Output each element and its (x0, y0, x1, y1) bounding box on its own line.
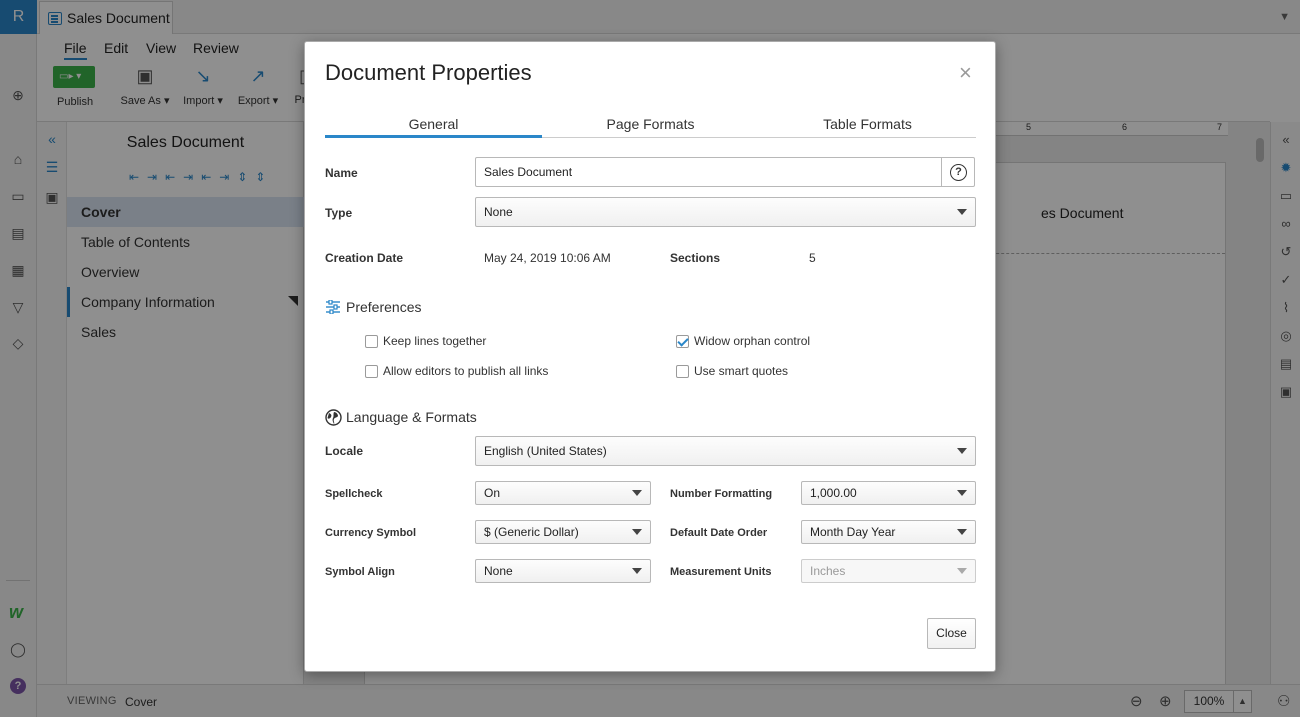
allow-publish-label[interactable]: Allow editors to publish all links (383, 364, 548, 378)
preferences-heading: Preferences (346, 299, 422, 315)
symbol-align-label: Symbol Align (325, 566, 395, 578)
sliders-icon (326, 300, 340, 314)
type-value: None (484, 205, 513, 219)
creation-date-value: May 24, 2019 10:06 AM (484, 251, 611, 265)
symbol-align-value: None (484, 564, 513, 578)
measurement-units-label: Measurement Units (670, 566, 772, 578)
locale-label: Locale (325, 444, 364, 458)
document-properties-dialog: Document Properties × General Page Forma… (304, 41, 996, 672)
chevron-down-icon (957, 490, 967, 496)
widow-orphan-checkbox[interactable] (676, 335, 689, 348)
chevron-down-icon (957, 448, 967, 454)
currency-symbol-value: $ (Generic Dollar) (484, 525, 579, 539)
tab-general[interactable]: General (325, 116, 542, 138)
close-button[interactable]: Close (927, 618, 976, 649)
keep-lines-label[interactable]: Keep lines together (383, 334, 486, 348)
widow-orphan-label[interactable]: Widow orphan control (694, 334, 810, 348)
currency-symbol-select[interactable]: $ (Generic Dollar) (475, 520, 651, 544)
spellcheck-value: On (484, 486, 501, 500)
dialog-tabs: General Page Formats Table Formats (325, 116, 976, 138)
keep-lines-checkbox[interactable] (365, 335, 378, 348)
locale-select[interactable]: English (United States) (475, 436, 976, 466)
allow-publish-checkbox[interactable] (365, 365, 378, 378)
type-select[interactable]: None (475, 197, 976, 227)
name-field[interactable]: Sales Document (475, 157, 942, 187)
chevron-down-icon (632, 568, 642, 574)
globe-icon (325, 409, 342, 426)
measurement-units-value: Inches (810, 564, 846, 578)
number-formatting-value: 1,000.00 (810, 486, 857, 500)
tab-table-formats[interactable]: Table Formats (759, 116, 976, 138)
locale-value: English (United States) (484, 444, 607, 458)
number-formatting-select[interactable]: 1,000.00 (801, 481, 976, 505)
spellcheck-select[interactable]: On (475, 481, 651, 505)
chevron-down-icon (632, 490, 642, 496)
chevron-down-icon (957, 568, 967, 574)
creation-date-label: Creation Date (325, 251, 404, 265)
date-order-label: Default Date Order (670, 527, 768, 539)
chevron-down-icon (957, 209, 967, 215)
close-icon[interactable]: × (959, 62, 972, 84)
currency-symbol-label: Currency Symbol (325, 527, 417, 539)
measurement-units-select: Inches (801, 559, 976, 583)
spellcheck-label: Spellcheck (325, 488, 383, 500)
symbol-align-select[interactable]: None (475, 559, 651, 583)
type-label: Type (325, 206, 353, 220)
name-label: Name (325, 166, 358, 180)
number-formatting-label: Number Formatting (670, 488, 773, 500)
smart-quotes-label[interactable]: Use smart quotes (694, 364, 788, 378)
smart-quotes-checkbox[interactable] (676, 365, 689, 378)
sections-label: Sections (670, 251, 721, 265)
question-icon: ? (950, 164, 967, 181)
dialog-title: Document Properties (325, 60, 532, 85)
date-order-value: Month Day Year (810, 525, 896, 539)
date-order-select[interactable]: Month Day Year (801, 520, 976, 544)
tab-page-formats[interactable]: Page Formats (542, 116, 759, 138)
chevron-down-icon (632, 529, 642, 535)
chevron-down-icon (957, 529, 967, 535)
language-heading: Language & Formats (346, 409, 477, 425)
sections-value: 5 (809, 251, 816, 265)
help-button[interactable]: ? (941, 157, 975, 187)
